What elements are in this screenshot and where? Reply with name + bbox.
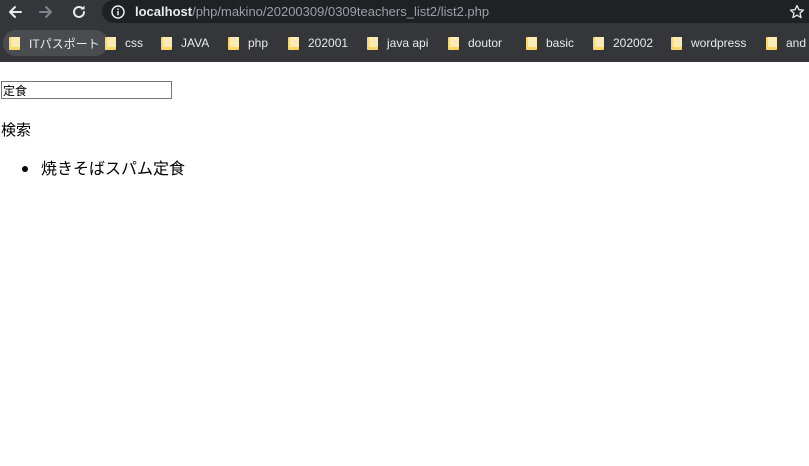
- search-input[interactable]: [1, 81, 172, 99]
- arrow-left-icon: [9, 6, 22, 18]
- star-icon: [789, 4, 805, 19]
- reload-button[interactable]: [68, 0, 90, 24]
- folder-icon: [161, 36, 172, 50]
- bookmark-label: and: [786, 36, 807, 50]
- folder-icon: [593, 36, 604, 50]
- reload-icon: [73, 5, 85, 18]
- info-icon[interactable]: [111, 4, 125, 19]
- bookmarks-bar: ITパスポート css JAVA php 202001 java api dou…: [0, 24, 809, 62]
- bookmark-and[interactable]: and: [766, 30, 806, 56]
- bookmark-label: doutor: [468, 36, 503, 50]
- bookmark-wordpress[interactable]: wordpress: [671, 30, 746, 56]
- bookmark-202002[interactable]: 202002: [593, 30, 653, 56]
- back-button[interactable]: [4, 0, 26, 24]
- bookmark-label: basic: [546, 36, 575, 50]
- folder-icon: [448, 36, 459, 50]
- bookmark-it-passport[interactable]: ITパスポート: [3, 30, 108, 56]
- url-path: /php/makino/20200309/0309teachers_list2/…: [192, 4, 490, 19]
- bookmark-label: 202001: [308, 36, 349, 50]
- bookmark-label: wordpress: [691, 36, 747, 50]
- bookmark-label: css: [125, 36, 143, 50]
- bookmark-label: java api: [387, 36, 429, 50]
- url-host: localhost: [135, 4, 193, 19]
- arrow-right-icon: [39, 6, 52, 18]
- bookmark-java-api[interactable]: java api: [367, 30, 428, 56]
- forward-button[interactable]: [35, 0, 57, 24]
- folder-icon: [367, 36, 378, 50]
- folder-icon: [288, 36, 299, 50]
- folder-icon: [228, 36, 239, 50]
- url-text: localhost/php/makino/20200309/0309teache…: [135, 4, 489, 19]
- result-list: 焼きそばスパム定食: [0, 158, 185, 180]
- browser-toolbar: localhost/php/makino/20200309/0309teache…: [0, 0, 809, 24]
- bookmark-java[interactable]: JAVA: [161, 30, 209, 56]
- folder-icon: [9, 36, 20, 50]
- bookmark-basic[interactable]: basic: [526, 30, 574, 56]
- bookmark-php[interactable]: php: [228, 30, 268, 56]
- bookmark-label: JAVA: [181, 36, 210, 50]
- folder-icon: [526, 36, 537, 50]
- folder-icon: [105, 36, 116, 50]
- folder-icon: [671, 36, 682, 50]
- bookmark-css[interactable]: css: [105, 30, 143, 56]
- bookmark-label: 202002: [613, 36, 654, 50]
- bookmark-label: php: [248, 36, 269, 50]
- bookmark-doutor[interactable]: doutor: [448, 30, 502, 56]
- search-link[interactable]: 検索: [1, 119, 31, 140]
- folder-icon: [766, 36, 777, 50]
- bookmark-label: ITパスポート: [29, 36, 100, 51]
- list-item: 焼きそばスパム定食: [0, 158, 185, 180]
- address-bar[interactable]: localhost/php/makino/20200309/0309teache…: [102, 0, 809, 23]
- bookmark-202001[interactable]: 202001: [288, 30, 348, 56]
- bookmark-star-button[interactable]: [787, 2, 807, 22]
